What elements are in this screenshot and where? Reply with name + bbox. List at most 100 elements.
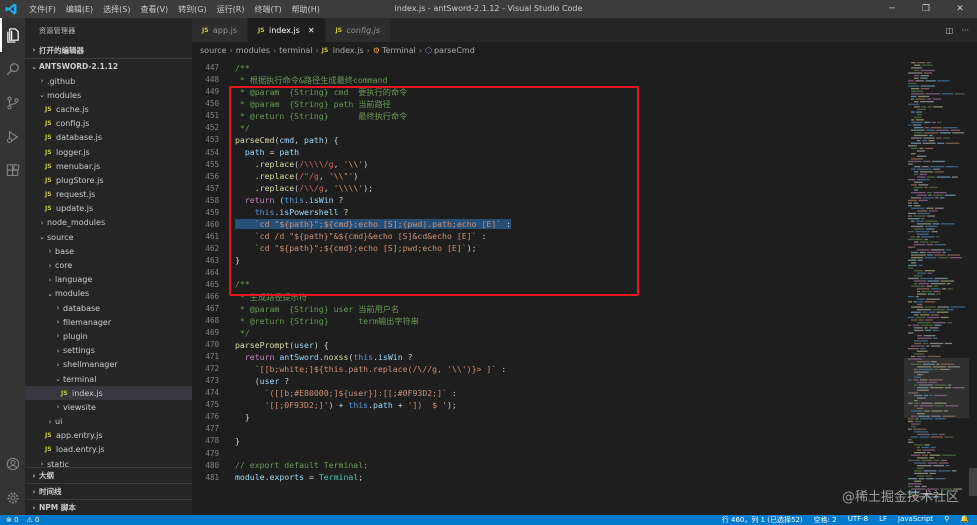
close-button[interactable]: ✕ bbox=[943, 0, 977, 18]
minimap[interactable] bbox=[904, 58, 977, 515]
status-item[interactable]: 🔔 bbox=[960, 515, 969, 525]
sidebar-section[interactable]: › 时间线 bbox=[25, 483, 192, 499]
editor-tab[interactable]: JS app.js bbox=[192, 18, 248, 42]
menu-item[interactable]: 文件(F) bbox=[24, 4, 61, 15]
menu-item[interactable]: 帮助(H) bbox=[287, 4, 325, 15]
folder-item[interactable]: › .github bbox=[25, 74, 192, 88]
minimap-line bbox=[931, 231, 938, 233]
folder-item[interactable]: ⌄ modules bbox=[25, 88, 192, 102]
search-icon[interactable] bbox=[0, 52, 25, 86]
folder-item[interactable]: › core bbox=[25, 258, 192, 272]
file-item[interactable]: JS request.js bbox=[25, 188, 192, 202]
menu-item[interactable]: 转到(G) bbox=[173, 4, 211, 15]
code-line: 472 `[[b;white;]${this.path.replace(/\//… bbox=[192, 363, 892, 375]
breadcrumb-item[interactable]: index.js bbox=[333, 46, 364, 55]
status-problems[interactable]: ⚠ 0 bbox=[27, 516, 40, 524]
scrollbar-thumb[interactable] bbox=[969, 468, 977, 496]
editor-tab[interactable]: JS index.js ✕ bbox=[248, 18, 326, 42]
file-item[interactable]: JS index.js bbox=[25, 386, 192, 401]
code-token: . bbox=[235, 183, 260, 194]
folder-item[interactable]: › ui bbox=[25, 415, 192, 429]
tree-item-label: database bbox=[63, 303, 101, 313]
menu-item[interactable]: 运行(R) bbox=[212, 4, 250, 15]
file-item[interactable]: JS load.entry.js bbox=[25, 443, 192, 457]
breadcrumb-item[interactable]: parseCmd bbox=[434, 46, 475, 55]
minimap-line bbox=[924, 257, 937, 259]
status-item[interactable]: LF bbox=[879, 515, 887, 525]
minimap-line bbox=[938, 433, 945, 436]
tree-item-label: core bbox=[55, 261, 73, 271]
minimap-line bbox=[908, 145, 917, 147]
file-item[interactable]: JS cache.js bbox=[25, 102, 192, 116]
minimap-line bbox=[947, 288, 953, 290]
sidebar-section[interactable]: › NPM 脚本 bbox=[25, 499, 192, 515]
menu-item[interactable]: 终端(T) bbox=[249, 4, 286, 15]
breadcrumb: source › modules › terminal › JS index.js › ⚙ Term… bbox=[192, 42, 977, 58]
folder-item[interactable]: › shellmanager bbox=[25, 358, 192, 372]
minimap-line bbox=[914, 228, 925, 230]
minimap-viewport[interactable] bbox=[904, 358, 970, 418]
folder-item[interactable]: › database bbox=[25, 301, 192, 315]
minimap-line bbox=[916, 236, 920, 238]
folder-item[interactable]: › language bbox=[25, 273, 192, 287]
vertical-scrollbar[interactable] bbox=[969, 58, 977, 515]
file-item[interactable]: JS database.js bbox=[25, 131, 192, 145]
open-editors-section[interactable]: › 打开的编辑器 bbox=[25, 42, 192, 58]
minimap-line bbox=[914, 270, 924, 272]
status-item[interactable]: JavaScript bbox=[898, 515, 933, 525]
folder-item[interactable]: › settings bbox=[25, 344, 192, 358]
extensions-icon[interactable] bbox=[0, 154, 25, 188]
file-item[interactable]: JS menubar.js bbox=[25, 159, 192, 173]
sidebar-section[interactable]: › 大纲 bbox=[25, 467, 192, 483]
settings-gear-icon[interactable] bbox=[0, 481, 25, 515]
file-item[interactable]: JS plugStore.js bbox=[25, 173, 192, 187]
folder-item[interactable]: › node_modules bbox=[25, 216, 192, 230]
source-control-icon[interactable] bbox=[0, 86, 25, 120]
folder-item[interactable]: ⌄ modules bbox=[25, 287, 192, 301]
status-item[interactable]: 空格: 2 bbox=[814, 515, 837, 525]
breadcrumb-item[interactable]: Terminal bbox=[382, 46, 416, 55]
minimap-line bbox=[923, 72, 932, 74]
file-item[interactable]: JS logger.js bbox=[25, 145, 192, 159]
account-icon[interactable] bbox=[0, 447, 25, 481]
breadcrumb-item[interactable]: source bbox=[200, 46, 227, 55]
minimap-line bbox=[911, 319, 918, 321]
more-actions-icon[interactable]: ··· bbox=[961, 26, 969, 35]
folder-item[interactable]: ⌄ source bbox=[25, 230, 192, 244]
minimap-line bbox=[917, 168, 932, 170]
menu-item[interactable]: 查看(V) bbox=[135, 4, 173, 15]
status-item[interactable]: 行 460，列 1 (已选择52) bbox=[722, 515, 803, 525]
menu-item[interactable]: 编辑(E) bbox=[61, 4, 98, 15]
folder-item[interactable]: › filemanager bbox=[25, 315, 192, 329]
status-problems[interactable]: ⊗ 0 bbox=[6, 516, 19, 524]
editor-tab[interactable]: JS config.js bbox=[325, 18, 392, 42]
maximize-button[interactable]: ❐ bbox=[909, 0, 943, 18]
status-item[interactable]: UTF-8 bbox=[848, 515, 868, 525]
minimize-button[interactable]: ─ bbox=[875, 0, 909, 18]
explorer-icon[interactable] bbox=[0, 18, 25, 52]
folder-item[interactable]: › plugin bbox=[25, 329, 192, 343]
status-item[interactable]: ⚲ bbox=[944, 515, 949, 525]
run-debug-icon[interactable] bbox=[0, 120, 25, 154]
close-tab-icon[interactable]: ✕ bbox=[308, 26, 315, 35]
split-editor-icon[interactable]: ◫ bbox=[946, 26, 954, 35]
breadcrumb-item[interactable]: terminal bbox=[279, 46, 312, 55]
javascript-file-icon: JS bbox=[321, 46, 329, 54]
project-section[interactable]: ⌄ ANTSWORD-2.1.12 bbox=[25, 58, 192, 74]
folder-item[interactable]: ⌄ terminal bbox=[25, 372, 192, 386]
chevron-down-icon: ⌄ bbox=[55, 375, 61, 384]
code-token: : bbox=[476, 231, 487, 242]
folder-item[interactable]: › base bbox=[25, 244, 192, 258]
code-view[interactable]: 481 module.exports = Terminal; 480// expor… bbox=[192, 58, 897, 515]
menu-item[interactable]: 选择(S) bbox=[98, 4, 135, 15]
code-line: 463} bbox=[192, 255, 892, 267]
file-item[interactable]: JS config.js bbox=[25, 117, 192, 131]
folder-item[interactable]: › viewsite bbox=[25, 400, 192, 414]
breadcrumb-item[interactable]: modules bbox=[236, 46, 270, 55]
file-item[interactable]: JS app.entry.js bbox=[25, 429, 192, 443]
file-item[interactable]: JS update.js bbox=[25, 202, 192, 216]
